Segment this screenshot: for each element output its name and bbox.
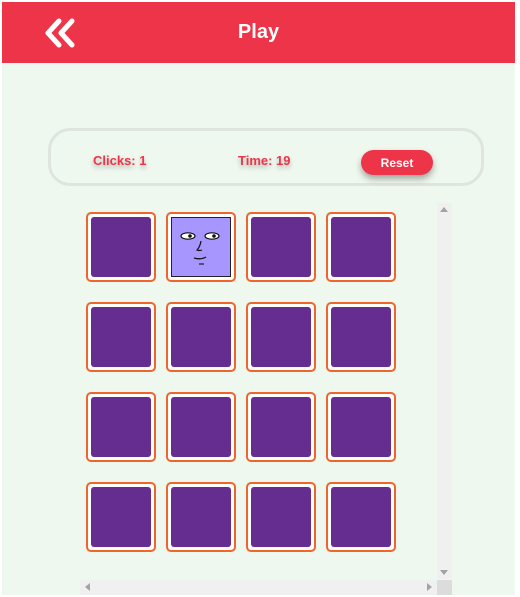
memory-card-flipped[interactable] — [166, 212, 236, 282]
memory-card[interactable] — [166, 482, 236, 552]
card-back — [91, 397, 151, 457]
app-window: Play Clicks: 1 Time: 19 Reset — [2, 2, 515, 595]
header-bar: Play — [2, 2, 515, 63]
time-counter: Time: 19 — [238, 153, 291, 168]
memory-card[interactable] — [326, 212, 396, 282]
clicks-counter: Clicks: 1 — [93, 153, 147, 168]
card-face — [171, 217, 231, 277]
card-back — [251, 307, 311, 367]
card-back — [171, 487, 231, 547]
card-back — [91, 487, 151, 547]
scroll-right-icon[interactable] — [427, 583, 432, 591]
memory-card[interactable] — [86, 212, 156, 282]
card-back — [171, 397, 231, 457]
scroll-up-icon[interactable] — [440, 207, 448, 212]
memory-card[interactable] — [326, 482, 396, 552]
stats-panel: Clicks: 1 Time: 19 Reset — [48, 128, 484, 186]
memory-card[interactable] — [86, 302, 156, 372]
card-back — [251, 487, 311, 547]
memory-card[interactable] — [246, 212, 316, 282]
card-back — [251, 217, 311, 277]
card-back — [171, 307, 231, 367]
face-icon — [180, 232, 220, 265]
double-chevron-left-icon — [45, 18, 75, 48]
card-back — [91, 217, 151, 277]
scroll-down-icon[interactable] — [440, 570, 448, 575]
reset-button[interactable]: Reset — [361, 150, 433, 175]
game-board — [80, 203, 452, 595]
scroll-left-icon[interactable] — [85, 583, 90, 591]
scrollbar-corner — [437, 580, 452, 595]
card-back — [251, 397, 311, 457]
memory-card[interactable] — [86, 392, 156, 462]
card-back — [331, 487, 391, 547]
card-back — [331, 217, 391, 277]
card-back — [331, 307, 391, 367]
memory-card[interactable] — [166, 392, 236, 462]
memory-card[interactable] — [326, 302, 396, 372]
memory-card[interactable] — [166, 302, 236, 372]
memory-card[interactable] — [326, 392, 396, 462]
card-back — [91, 307, 151, 367]
vertical-scrollbar[interactable] — [437, 203, 452, 579]
memory-card[interactable] — [246, 302, 316, 372]
back-button[interactable] — [40, 16, 80, 50]
horizontal-scrollbar[interactable] — [80, 580, 437, 595]
memory-card[interactable] — [86, 482, 156, 552]
card-back — [331, 397, 391, 457]
memory-card[interactable] — [246, 482, 316, 552]
memory-card[interactable] — [246, 392, 316, 462]
